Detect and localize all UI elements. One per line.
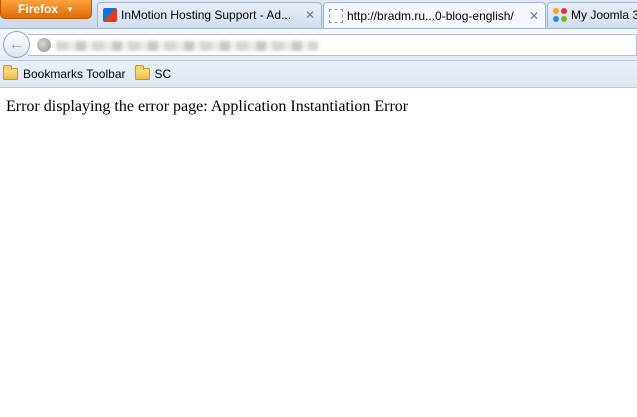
globe-icon: [37, 38, 51, 52]
tab-strip: Firefox ▼ InMotion Hosting Support - Ad.…: [0, 0, 637, 29]
bookmark-folder-sc[interactable]: SC: [134, 65, 172, 81]
back-button[interactable]: ←: [3, 31, 30, 58]
bookmark-label: Bookmarks Toolbar: [23, 67, 126, 81]
firefox-menu-label: Firefox: [18, 2, 59, 16]
blank-page-icon: [329, 8, 343, 23]
error-message: Error displaying the error page: Applica…: [6, 98, 409, 115]
folder-icon: [134, 65, 150, 80]
folder-icon: [3, 65, 18, 80]
bookmark-folder-bookmarks-toolbar[interactable]: Bookmarks Toolbar: [3, 65, 126, 81]
navigation-bar: ←: [0, 29, 637, 61]
tab-bradm[interactable]: http://bradm.ru...0-blog-english/ ✕: [323, 2, 546, 28]
joomla-icon: [553, 8, 567, 22]
inmotion-icon: [103, 8, 117, 22]
firefox-menu-button[interactable]: Firefox ▼: [0, 0, 92, 19]
bookmark-label: SC: [154, 67, 172, 81]
bookmarks-toolbar: Bookmarks Toolbar SC: [0, 61, 637, 88]
tab-title: InMotion Hosting Support - Ad...: [121, 8, 292, 22]
dropdown-arrow-icon: ▼: [66, 4, 74, 14]
blurred-url-text: [56, 41, 318, 51]
tab-title: http://bradm.ru...0-blog-english/: [347, 8, 514, 23]
tab-my-joomla[interactable]: My Joomla 3: [547, 2, 637, 27]
url-bar[interactable]: [28, 34, 637, 56]
tab-title: My Joomla 3: [571, 8, 637, 22]
close-tab-icon[interactable]: ✕: [527, 9, 541, 23]
tab-inmotion[interactable]: InMotion Hosting Support - Ad... ✕: [97, 2, 322, 27]
back-arrow-icon: ←: [8, 35, 25, 53]
close-tab-icon[interactable]: ✕: [303, 8, 317, 22]
